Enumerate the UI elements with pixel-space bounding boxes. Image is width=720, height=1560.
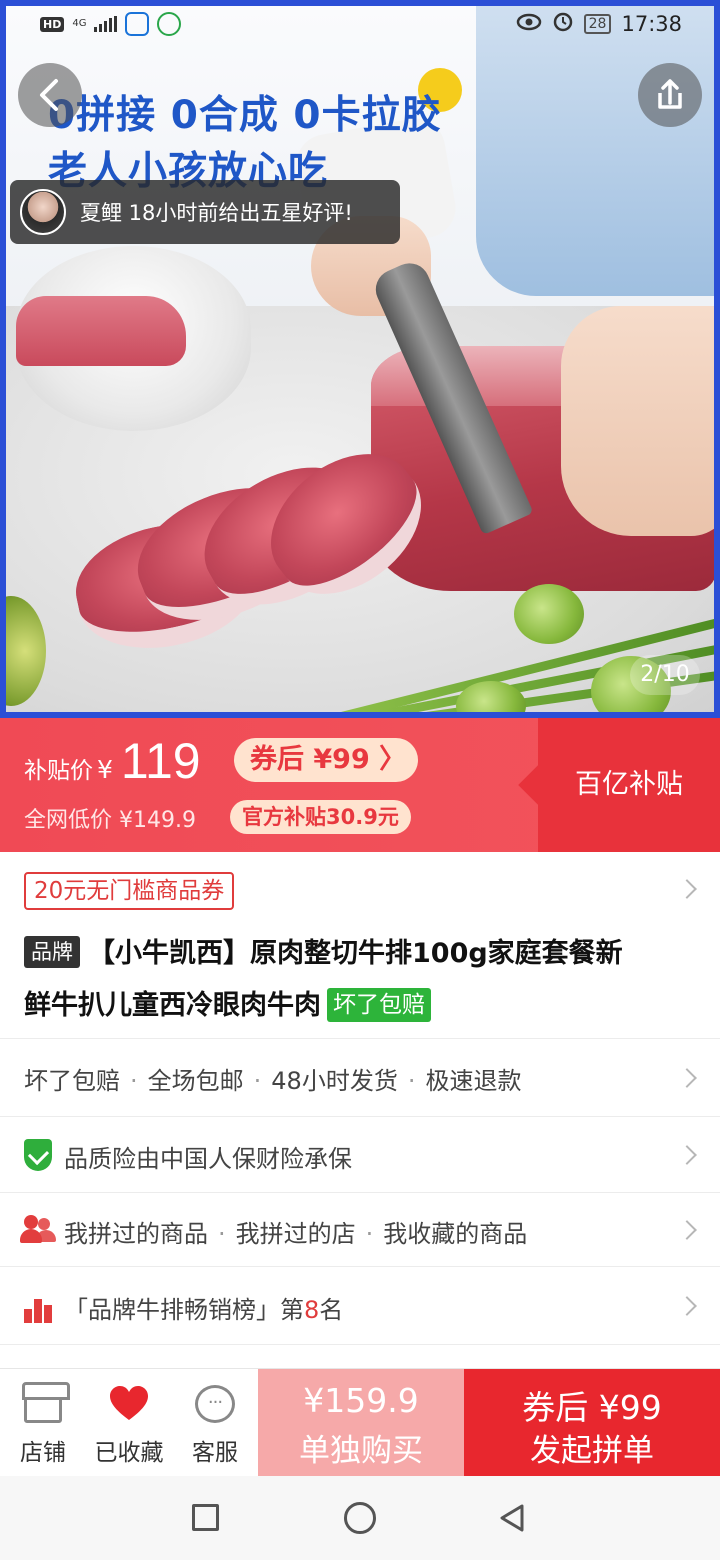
signal-icon (94, 16, 118, 32)
ranking-icon (24, 1291, 52, 1323)
history-shops-link[interactable]: 我拼过的店 (236, 1220, 356, 1248)
campaign-badge[interactable]: 百亿补贴 (538, 718, 720, 852)
heart-icon (110, 1386, 148, 1420)
users-icon (20, 1215, 56, 1245)
share-icon (658, 79, 682, 109)
battery-icon: 28 (583, 13, 612, 34)
chevron-right-icon (677, 1296, 697, 1316)
hd-icon: HD (40, 16, 65, 32)
system-nav-bar (0, 1476, 720, 1560)
bottom-action-bar: 店铺 已收藏 客服 ¥159.9 单独购买 券后 ¥99 发起拼单 (0, 1368, 720, 1477)
price-label: 补贴价 (24, 758, 93, 784)
brand-tag: 品牌 (24, 936, 80, 968)
store-button[interactable]: 店铺 (0, 1369, 86, 1477)
store-icon (22, 1382, 70, 1423)
start-group-buy-button[interactable]: 券后 ¥99 发起拼单 (464, 1369, 720, 1477)
alarm-icon (552, 10, 574, 37)
clock: 17:38 (621, 11, 682, 36)
recent-review-toast: 夏鲤 18小时前给出五星好评! (10, 180, 400, 244)
product-detail-page: 0拼接 0合成 0卡拉胶 老人小孩放心吃 HD 4G 28 17:38 夏鲤 1… (0, 0, 720, 1560)
coupon-price-pill[interactable]: 券后 ¥99 〉 (234, 738, 419, 782)
price-banner: 补贴价 ¥ 119 券后 ¥99 〉 全网低价 ¥149.9 官方补贴30.9元… (0, 718, 720, 852)
history-favorites-link[interactable]: 我收藏的商品 (383, 1220, 527, 1248)
history-purchased-link[interactable]: 我拼过的商品 (64, 1220, 208, 1248)
subsidy-badge: 官方补贴30.9元 (230, 800, 411, 834)
favorite-button[interactable]: 已收藏 (86, 1369, 172, 1477)
coupon-tag: 20元无门槛商品券 (24, 872, 235, 910)
chevron-left-icon (40, 79, 58, 111)
services-row[interactable]: 坏了包赔 · 全场包邮 · 48小时发货 · 极速退款 (0, 1038, 720, 1116)
image-counter: 2/10 (630, 655, 700, 695)
currency-symbol: ¥ (97, 755, 113, 784)
back-triangle-icon[interactable] (496, 1502, 528, 1534)
market-price: 全网低价 ¥149.9 (24, 808, 196, 833)
price-value: 119 (120, 733, 201, 789)
chevron-right-icon (677, 1220, 697, 1240)
recent-apps-icon[interactable] (192, 1504, 219, 1531)
app-notification-icon (125, 12, 150, 36)
product-title: 品牌 【小牛凯西】原肉整切牛排100g家庭套餐新 鲜牛扒儿童西冷眼肉牛肉 坏了包赔 (24, 936, 623, 1022)
shield-icon (24, 1139, 52, 1171)
network-label: 4G (72, 18, 87, 29)
home-icon[interactable] (344, 1502, 376, 1534)
chevron-right-icon (677, 1068, 697, 1088)
customer-service-button[interactable]: 客服 (172, 1369, 258, 1477)
guarantee-tag: 坏了包赔 (327, 988, 431, 1022)
buy-alone-button[interactable]: ¥159.9 单独购买 (258, 1369, 464, 1477)
app-notification-icon (157, 12, 182, 36)
chat-icon (195, 1385, 235, 1423)
chevron-right-icon (677, 1145, 697, 1165)
avatar (20, 189, 66, 235)
product-image-carousel[interactable]: 0拼接 0合成 0卡拉胶 老人小孩放心吃 (0, 0, 720, 718)
history-row[interactable]: 我拼过的商品 · 我拼过的店 · 我收藏的商品 (0, 1192, 720, 1266)
back-button[interactable] (18, 63, 82, 127)
eye-icon (516, 12, 542, 36)
share-button[interactable] (638, 63, 702, 127)
insurance-row[interactable]: 品质险由中国人保财险承保 (0, 1116, 720, 1192)
coupon-row[interactable]: 20元无门槛商品券 (0, 852, 720, 928)
ranking-row[interactable]: 「品牌牛排畅销榜」第8名 (0, 1266, 720, 1344)
chevron-right-icon (677, 879, 697, 899)
status-bar: HD 4G 28 17:38 (0, 0, 720, 48)
